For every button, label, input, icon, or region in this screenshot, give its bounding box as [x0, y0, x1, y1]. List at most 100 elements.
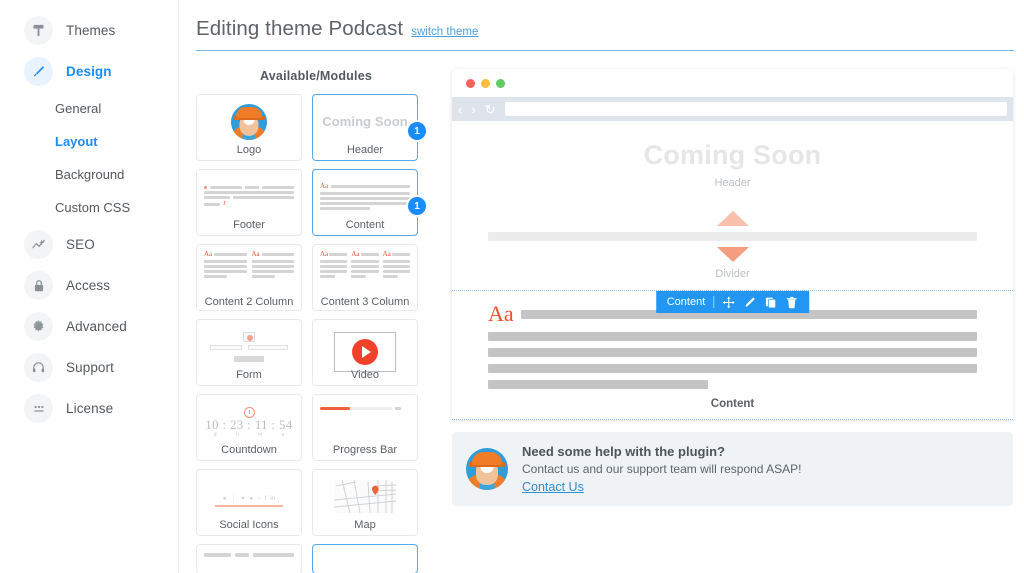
themes-icon [24, 16, 53, 45]
triangle-up-icon [716, 211, 749, 226]
module-card-content-3-column[interactable]: Aa Aa Aa Content 3 Column [312, 244, 418, 311]
sidebar-item-access[interactable]: Access [0, 265, 178, 306]
preview-section-label: Divider [715, 268, 750, 280]
page-title: Editing theme Podcast [196, 17, 404, 40]
contact-us-link[interactable]: Contact Us [522, 480, 802, 494]
toolbar-separator [713, 296, 715, 308]
sidebar: Themes Design General Layout Background … [0, 0, 179, 573]
module-card-footer[interactable]: J Footer [196, 169, 302, 236]
switch-theme-link[interactable]: switch theme [411, 26, 478, 38]
module-badge: 1 [408, 122, 426, 140]
sidebar-item-design[interactable]: Design [0, 51, 178, 92]
content-lines-icon: Aa [313, 170, 417, 220]
module-card-content-2-column[interactable]: Aa Aa Content 2 Column [196, 244, 302, 311]
modules-panel-title: Available/Modules [260, 69, 372, 83]
map-image-icon [313, 470, 417, 520]
reload-icon[interactable]: ↻ [485, 103, 496, 116]
sidebar-item-label: Access [66, 278, 111, 293]
divider-bar [488, 232, 977, 241]
module-card-header[interactable]: Coming Soon Header 1 [312, 94, 426, 161]
preview-section-header[interactable]: Coming Soon Header [452, 121, 1013, 205]
module-card-progress-bar[interactable]: Progress Bar [312, 394, 418, 461]
sidebar-item-label: License [66, 401, 114, 416]
sidebar-item-advanced[interactable]: Advanced [0, 306, 178, 347]
sidebar-item-themes[interactable]: Themes [0, 10, 178, 51]
trash-icon[interactable] [785, 296, 798, 309]
content-bar [488, 364, 977, 373]
content-3col-icon: Aa Aa Aa [313, 245, 417, 297]
module-card-label: Footer [233, 218, 265, 231]
partial-thumb-icon-2 [313, 545, 417, 573]
sidebar-item-support[interactable]: Support [0, 347, 178, 388]
help-title: Need some help with the plugin? [522, 444, 725, 459]
brush-icon [24, 57, 53, 86]
traffic-light-maximize[interactable] [496, 78, 505, 88]
module-badge: 1 [408, 197, 426, 215]
help-subtitle: Contact us and our support team will res… [522, 462, 802, 476]
module-card-label: Content 2 Column [204, 295, 294, 308]
move-icon[interactable] [722, 296, 735, 309]
sidebar-subitem-layout[interactable]: Layout [0, 125, 178, 158]
module-card-label: Social Icons [219, 518, 279, 531]
sidebar-subitem-label: Background [55, 167, 125, 182]
module-card-form[interactable]: Form [196, 319, 302, 386]
social-icons-icon: ● ⋮ ✦ ● ○ f in [197, 470, 301, 520]
preview-section-label: Header [714, 177, 751, 189]
countdown-value: 10 : 23 : 11 : 54 [205, 417, 293, 432]
sidebar-subitem-background[interactable]: Background [0, 158, 178, 191]
module-card-countdown[interactable]: 10 : 23 : 11 : 54 dh ms Countdown [196, 394, 302, 461]
module-card-partial-left[interactable] [196, 544, 302, 573]
traffic-light-close[interactable] [466, 78, 475, 88]
traffic-light-minimize[interactable] [481, 78, 490, 88]
copy-icon[interactable] [764, 296, 777, 309]
sidebar-subitem-custom-css[interactable]: Custom CSS [0, 191, 178, 224]
preview-panel: ‹ › ↻ Coming Soon Header Divider Content… [436, 69, 1024, 573]
preview-section-label: Content [710, 398, 755, 410]
module-card-label: Map [354, 518, 376, 531]
pencil-icon[interactable] [743, 296, 756, 309]
chevron-right-icon[interactable]: › [471, 103, 475, 116]
lock-icon [24, 271, 53, 300]
sidebar-item-seo[interactable]: SEO [0, 224, 178, 265]
sidebar-item-label: Advanced [66, 319, 127, 334]
page-header: Editing theme Podcast switch theme [196, 17, 1014, 51]
sidebar-item-label: Themes [66, 23, 116, 38]
module-card-label: Content 3 Column [320, 295, 410, 308]
sidebar-item-license[interactable]: License [0, 388, 178, 429]
content-placeholder-rows: Aa [488, 303, 977, 389]
form-fields-icon [197, 320, 301, 370]
module-card-label: Countdown [221, 443, 277, 456]
sidebar-subitem-label: General [55, 101, 102, 116]
module-card-video[interactable]: Video [312, 319, 418, 386]
preview-canvas: Coming Soon Header Divider Content Aa Co… [452, 121, 1013, 420]
browser-navbar: ‹ › ↻ [452, 97, 1013, 121]
module-card-logo[interactable]: Logo [196, 94, 302, 161]
progress-bar-icon [313, 395, 417, 445]
content-bar [488, 332, 977, 341]
app-root: Themes Design General Layout Background … [0, 0, 1024, 573]
module-card-content[interactable]: Aa Content 1 [312, 169, 426, 236]
preview-section-divider[interactable]: Divider [452, 205, 1013, 290]
support-avatar [466, 448, 508, 490]
sidebar-subitem-general[interactable]: General [0, 92, 178, 125]
triangle-down-icon [716, 247, 749, 262]
content-2col-icon: Aa Aa [197, 245, 301, 297]
module-card-label: Header [346, 143, 384, 156]
module-card-social-icons[interactable]: ● ⋮ ✦ ● ○ f in Social Icons [196, 469, 302, 536]
preview-section-content[interactable]: Content Aa Content [452, 290, 1013, 420]
module-card-label: Progress Bar [332, 443, 398, 456]
headset-icon [24, 353, 53, 382]
sidebar-subitem-label: Custom CSS [55, 200, 131, 215]
module-card-partial-right[interactable] [312, 544, 418, 573]
content-bar [488, 380, 709, 389]
coming-soon-thumb-text: Coming Soon [322, 114, 408, 130]
coming-soon-thumb-icon: Coming Soon [313, 95, 417, 145]
chevron-left-icon[interactable]: ‹ [458, 103, 462, 116]
modules-grid: Logo Coming Soon Header 1 J Footer Aa Co… [196, 94, 426, 573]
modules-panel: Available/Modules Logo Coming Soon Heade… [196, 69, 436, 573]
url-input[interactable] [504, 102, 1007, 116]
editor-body: Available/Modules Logo Coming Soon Heade… [179, 51, 1024, 573]
footer-lines-icon: J [197, 170, 301, 220]
gear-icon [24, 312, 53, 341]
module-card-map[interactable]: Map [312, 469, 418, 536]
